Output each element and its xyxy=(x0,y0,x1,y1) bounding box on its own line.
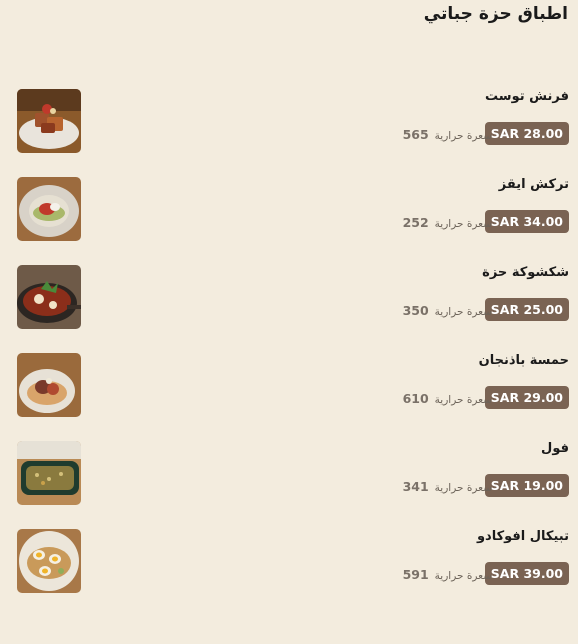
calorie-unit: سعرة حرارية xyxy=(434,130,492,142)
menu-item[interactable]: تركش ايقز SAR 34.00 سعرة حرارية 252 xyxy=(0,177,578,249)
calorie-unit: سعرة حرارية xyxy=(434,394,492,406)
item-name: شكشوكة حزة xyxy=(482,265,569,280)
item-name: فول xyxy=(541,441,569,456)
calories: سعرة حرارية 565 xyxy=(395,122,492,145)
shakshuka-photo[interactable] xyxy=(17,265,81,329)
price-badge: SAR 34.00 xyxy=(484,210,569,233)
price-badge: SAR 25.00 xyxy=(484,298,569,321)
turkish-eggs-photo[interactable] xyxy=(17,177,81,241)
price-badge: SAR 19.00 xyxy=(484,474,569,497)
menu-item[interactable]: فول SAR 19.00 سعرة حرارية 341 xyxy=(0,441,578,513)
calories: سعرة حرارية 252 xyxy=(395,210,492,233)
price-badge: SAR 29.00 xyxy=(484,386,569,409)
menu-item[interactable]: حمسة باذنجان SAR 29.00 سعرة حرارية 610 xyxy=(0,353,578,425)
menu-item[interactable]: فرنش توست SAR 28.00 سعرة حرارية 565 xyxy=(0,89,578,161)
calorie-count: 610 xyxy=(402,391,429,406)
item-name: تبيكال افوكادو xyxy=(476,529,569,544)
eggplant-dish-photo[interactable] xyxy=(17,353,81,417)
menu-item[interactable]: شكشوكة حزة SAR 25.00 سعرة حرارية 350 xyxy=(0,265,578,337)
calorie-count: 591 xyxy=(402,567,429,582)
calories: سعرة حرارية 350 xyxy=(395,298,492,321)
price-badge: SAR 28.00 xyxy=(484,122,569,145)
price-badge: SAR 39.00 xyxy=(484,562,569,585)
item-name: فرنش توست xyxy=(485,89,569,104)
calories: سعرة حرارية 341 xyxy=(395,474,492,497)
item-name: حمسة باذنجان xyxy=(478,353,569,368)
calorie-count: 252 xyxy=(402,215,429,230)
page-title: اطباق حزة جباتي xyxy=(423,4,568,24)
calorie-count: 350 xyxy=(402,303,429,318)
foul-photo[interactable] xyxy=(17,441,81,505)
calorie-unit: سعرة حرارية xyxy=(434,306,492,318)
calories: سعرة حرارية 610 xyxy=(395,386,492,409)
calories: سعرة حرارية 591 xyxy=(395,562,492,585)
calorie-unit: سعرة حرارية xyxy=(434,482,492,494)
calorie-count: 565 xyxy=(402,127,429,142)
french-toast-photo[interactable] xyxy=(17,89,81,153)
calorie-count: 341 xyxy=(402,479,429,494)
item-name: تركش ايقز xyxy=(498,177,569,192)
calorie-unit: سعرة حرارية xyxy=(434,570,492,582)
calorie-unit: سعرة حرارية xyxy=(434,218,492,230)
menu-item[interactable]: تبيكال افوكادو SAR 39.00 سعرة حرارية 591 xyxy=(0,529,578,601)
avocado-toast-photo[interactable] xyxy=(17,529,81,593)
